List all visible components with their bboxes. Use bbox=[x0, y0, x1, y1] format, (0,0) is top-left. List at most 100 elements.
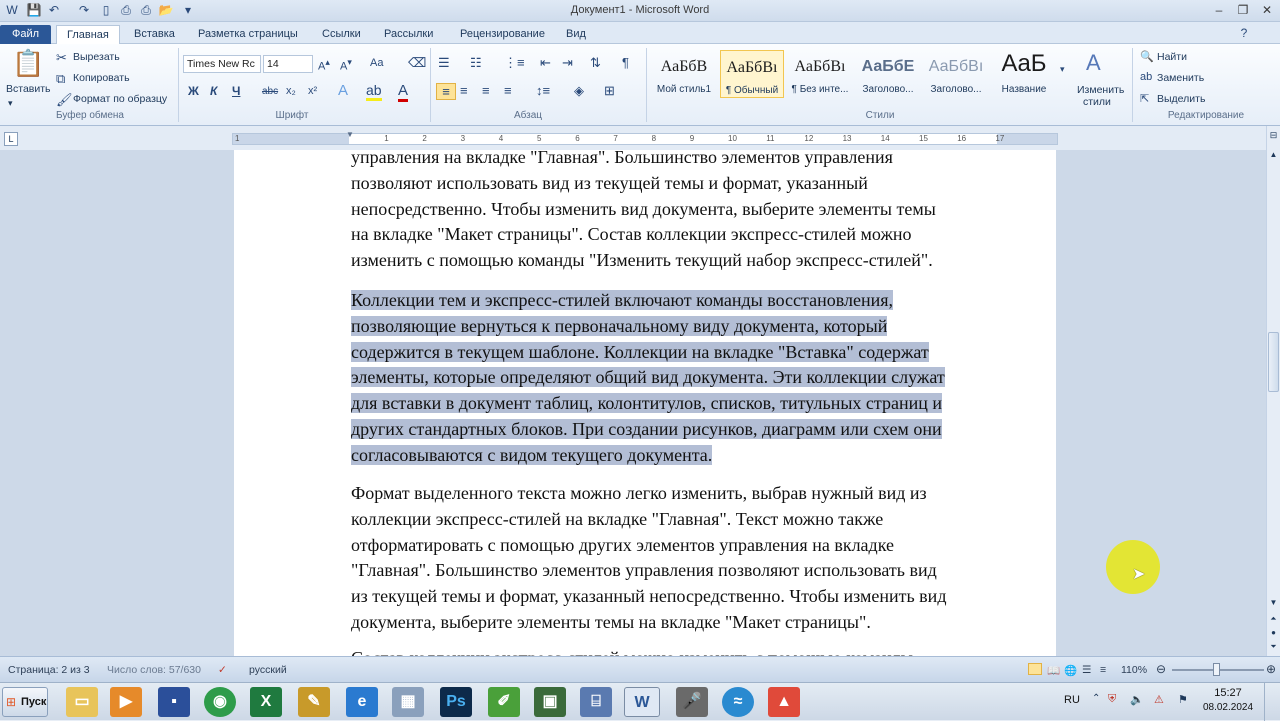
style-my-style1[interactable]: АаБбВ Мой стиль1 bbox=[652, 50, 716, 98]
style-normal[interactable]: АаБбВı ¶ Обычный bbox=[720, 50, 784, 98]
font-size-combo[interactable]: 14 bbox=[263, 55, 313, 73]
replace-button[interactable]: Заменить bbox=[1157, 72, 1204, 84]
language-indicator[interactable]: русский bbox=[249, 664, 287, 676]
internet-explorer-icon[interactable]: e bbox=[346, 687, 378, 717]
font-name-combo[interactable]: Times New Rc bbox=[183, 55, 261, 73]
volume-icon[interactable]: 🔈 bbox=[1130, 693, 1144, 706]
clear-formatting-icon[interactable]: ⌫ bbox=[408, 55, 426, 71]
cut-button[interactable]: Вырезать bbox=[73, 51, 120, 63]
tab-home[interactable]: Главная bbox=[56, 25, 120, 44]
justify-icon[interactable]: ≡ bbox=[504, 83, 512, 98]
clock-time[interactable]: 15:27 bbox=[1206, 687, 1250, 699]
tab-review[interactable]: Рецензирование bbox=[450, 25, 555, 44]
another-app-icon[interactable]: ▲ bbox=[768, 687, 800, 717]
zoom-out-icon[interactable]: ⊖ bbox=[1156, 662, 1166, 676]
scroll-thumb[interactable] bbox=[1268, 332, 1279, 392]
change-styles-button-line2[interactable]: стили bbox=[1083, 96, 1111, 108]
align-right-icon[interactable]: ≡ bbox=[482, 83, 490, 98]
zoom-slider-thumb[interactable] bbox=[1213, 663, 1220, 676]
sort-icon[interactable]: ⇅ bbox=[590, 55, 601, 71]
full-screen-reading-icon[interactable]: 📖 bbox=[1047, 664, 1060, 677]
multilevel-list-icon[interactable]: ⋮≡ bbox=[504, 55, 525, 71]
copy-button[interactable]: Копировать bbox=[73, 72, 130, 84]
close-button[interactable]: ✕ bbox=[1256, 2, 1278, 18]
document-page[interactable]: управления на вкладке "Главная". Большин… bbox=[234, 150, 1056, 656]
grow-font-icon[interactable]: A▴ bbox=[318, 57, 330, 73]
zoom-in-icon[interactable]: ⊕ bbox=[1266, 662, 1276, 676]
select-button[interactable]: Выделить bbox=[1157, 93, 1205, 105]
page-count[interactable]: Страница: 2 из 3 bbox=[8, 664, 90, 676]
style-no-spacing[interactable]: АаБбВı ¶ Без инте... bbox=[788, 50, 852, 98]
bold-button[interactable]: Ж bbox=[188, 84, 199, 98]
antivirus-icon[interactable]: ⛨ bbox=[1108, 693, 1116, 706]
ruler-toggle-icon[interactable]: ⊟ bbox=[1268, 130, 1279, 144]
next-page-icon[interactable]: ⏷ bbox=[1268, 642, 1279, 654]
word-count[interactable]: Число слов: 57/630 bbox=[107, 664, 201, 676]
maximize-button[interactable]: ❐ bbox=[1232, 2, 1254, 18]
paint-icon[interactable]: ✎ bbox=[298, 687, 330, 717]
tab-references[interactable]: Ссылки bbox=[312, 25, 371, 44]
paste-dropdown-icon[interactable]: ▾ bbox=[8, 98, 13, 109]
subscript-button[interactable]: x₂ bbox=[286, 85, 296, 97]
prev-page-icon[interactable]: ⏶ bbox=[1268, 614, 1279, 626]
horizontal-ruler[interactable]: 1 1 2 3 4 5 6 7 8 9 10 11 12 13 14 15 16 17 bbox=[232, 133, 1058, 145]
zoom-level[interactable]: 110% bbox=[1121, 664, 1147, 676]
floppy-save-icon[interactable]: ▪ bbox=[158, 687, 190, 717]
chrome-icon[interactable]: ◉ bbox=[204, 687, 236, 717]
style-heading2[interactable]: АаБбВı Заголово... bbox=[924, 50, 988, 98]
numbering-icon[interactable]: ☷ bbox=[470, 55, 482, 71]
text-effects-icon[interactable]: A bbox=[338, 82, 348, 99]
spelling-check-icon[interactable]: ✓ bbox=[218, 664, 227, 676]
calculator-icon[interactable]: ▦ bbox=[392, 687, 424, 717]
font-color-icon[interactable]: A bbox=[398, 82, 409, 102]
scroll-down-icon[interactable]: ▼ bbox=[1268, 598, 1279, 610]
underline-button[interactable]: Ч bbox=[232, 84, 240, 98]
paragraph-selected[interactable]: Коллекции тем и экспресс-стилей включают… bbox=[351, 288, 1011, 469]
excel-icon[interactable]: X bbox=[250, 687, 282, 717]
web-layout-icon[interactable]: 🌐 bbox=[1064, 664, 1077, 677]
print-layout-icon[interactable] bbox=[1028, 663, 1042, 675]
change-styles-button[interactable]: Изменить bbox=[1077, 84, 1124, 96]
shading-icon[interactable]: ◈ bbox=[574, 83, 584, 99]
tab-view[interactable]: Вид bbox=[556, 25, 596, 44]
format-painter-button[interactable]: Формат по образцу bbox=[73, 93, 167, 105]
pilcrow-icon[interactable]: ¶ bbox=[622, 55, 629, 70]
monitor-tool-icon[interactable]: ▣ bbox=[534, 687, 566, 717]
style-heading1[interactable]: АаБбЕ Заголово... bbox=[856, 50, 920, 98]
show-desktop-button[interactable] bbox=[1264, 683, 1278, 721]
scroll-up-icon[interactable]: ▲ bbox=[1268, 150, 1279, 162]
minimize-button[interactable]: – bbox=[1208, 2, 1230, 18]
paragraph[interactable]: управления на вкладке "Главная". Большин… bbox=[351, 150, 1011, 274]
browse-object-icon[interactable]: ● bbox=[1268, 628, 1279, 640]
tab-insert[interactable]: Вставка bbox=[124, 25, 185, 44]
microphone-icon[interactable]: 🎤 bbox=[676, 687, 708, 717]
decrease-indent-icon[interactable]: ⇤ bbox=[540, 55, 551, 71]
indent-marker-icon[interactable]: ▼ bbox=[346, 130, 354, 139]
italic-button[interactable]: К bbox=[210, 84, 217, 98]
shrink-font-icon[interactable]: A▾ bbox=[340, 57, 352, 73]
language-tray[interactable]: RU bbox=[1064, 694, 1080, 706]
tab-selector-icon[interactable]: L bbox=[4, 132, 18, 146]
tab-file[interactable]: Файл bbox=[0, 25, 51, 44]
tab-mailings[interactable]: Рассылки bbox=[374, 25, 443, 44]
line-spacing-icon[interactable]: ↕≡ bbox=[536, 83, 550, 98]
highlight-icon[interactable]: ab bbox=[366, 82, 382, 101]
tray-expand-icon[interactable]: ⌃ bbox=[1092, 693, 1100, 704]
align-center-icon[interactable]: ≡ bbox=[460, 83, 468, 98]
scanner-icon[interactable]: ⌸ bbox=[580, 687, 612, 717]
style-title[interactable]: AaБ Название bbox=[992, 50, 1056, 98]
draft-icon[interactable]: ≡ bbox=[1100, 664, 1106, 676]
network-icon[interactable]: ⚠ bbox=[1154, 693, 1164, 706]
file-explorer-icon[interactable]: ▭ bbox=[66, 687, 98, 717]
strikethrough-button[interactable]: abc bbox=[262, 86, 278, 97]
styles-more-icon[interactable]: ▾ bbox=[1060, 64, 1065, 75]
paragraph[interactable]: Состав коллекции экспресс-стилей можно и… bbox=[351, 646, 1011, 656]
paragraph[interactable]: Формат выделенного текста можно легко из… bbox=[351, 481, 1011, 636]
media-player-icon[interactable]: ▶ bbox=[110, 687, 142, 717]
paste-button[interactable]: Вставить bbox=[6, 83, 51, 95]
paste-icon[interactable]: 📋 bbox=[12, 48, 44, 80]
align-left-icon[interactable]: ≡ bbox=[436, 83, 456, 100]
photoshop-icon[interactable]: Ps bbox=[440, 687, 472, 717]
bullets-icon[interactable]: ☰ bbox=[438, 55, 450, 71]
word-taskbar-icon[interactable]: W bbox=[624, 687, 660, 717]
